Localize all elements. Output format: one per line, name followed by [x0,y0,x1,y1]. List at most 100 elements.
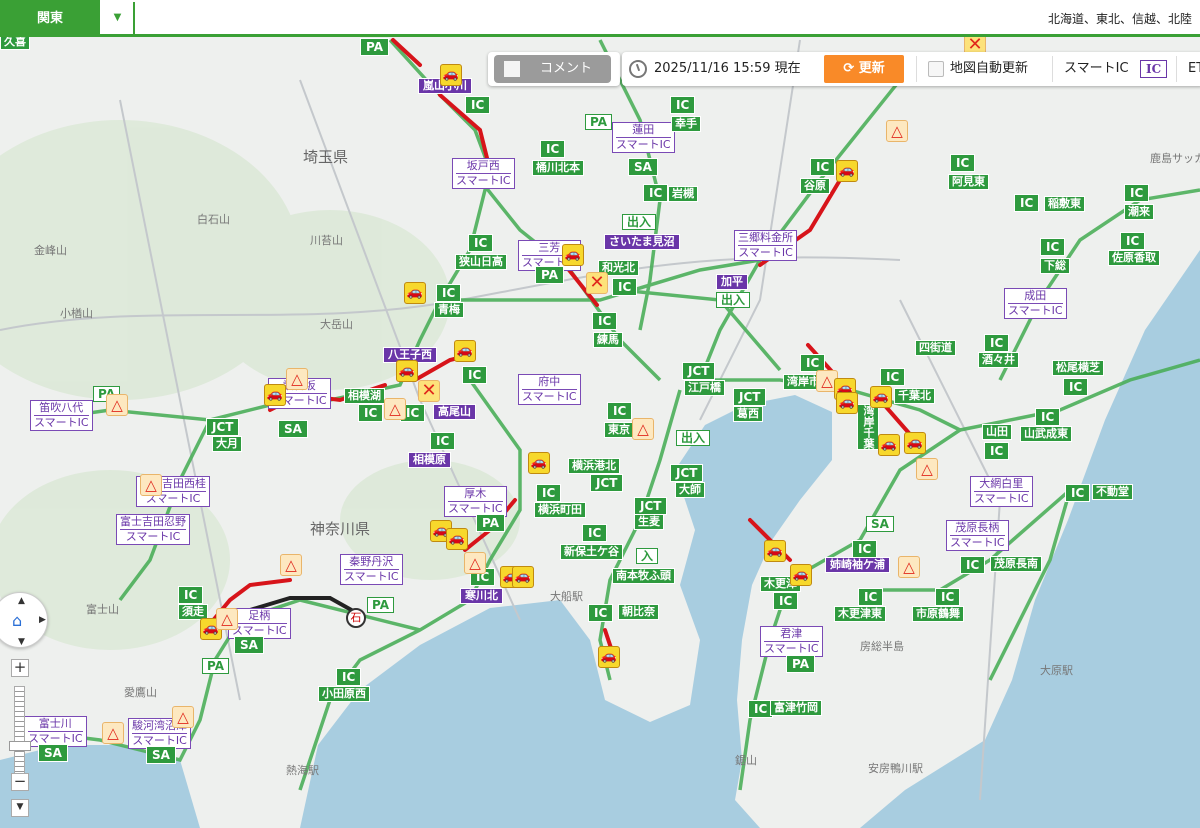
ic-marker[interactable]: IC [436,284,462,302]
smart-ic-marker[interactable]: 富士川 スマートIC [24,716,87,747]
interchange-name[interactable]: 狭山日高 [455,254,507,270]
ic-marker[interactable]: SA [38,744,68,762]
warning-triangle-icon[interactable]: △ [632,418,654,440]
ic-marker[interactable]: IC [670,96,696,114]
traffic-jam-icon[interactable]: 🚗 [440,64,462,86]
interchange-name[interactable]: 相模湖 [344,388,385,404]
traffic-jam-icon[interactable]: 🚗 [404,282,426,304]
traffic-jam-icon[interactable]: 🚗 [790,564,812,586]
ic-marker[interactable]: IC [612,278,638,296]
smart-ic-marker[interactable]: 蓮田 スマートIC [612,122,675,153]
road-closed-icon[interactable]: ✕ [586,272,608,294]
interchange-name[interactable]: 山武成東 [1020,426,1072,442]
pan-down-icon[interactable]: ▼ [18,637,25,647]
traffic-jam-icon[interactable]: 🚗 [454,340,476,362]
interchange-name[interactable]: 青梅 [434,302,464,318]
ic-marker[interactable]: IC [336,668,362,686]
ic-marker[interactable]: SA [278,420,308,438]
ic-marker[interactable]: PA [476,514,505,532]
smart-ic-marker[interactable]: 君津 スマートIC [760,626,823,657]
ic-marker[interactable]: IC [1120,232,1146,250]
interchange-name[interactable]: 木更津東 [834,606,886,622]
pan-up-icon[interactable]: ▲ [18,596,25,606]
interchange-name[interactable]: 東京 [604,422,634,438]
interchange-name[interactable]: 佐原香取 [1108,250,1160,266]
warning-triangle-icon[interactable]: △ [140,474,162,496]
interchange-name[interactable]: 酒々井 [978,352,1019,368]
warning-triangle-icon[interactable]: △ [898,556,920,578]
smart-ic-marker[interactable]: 三郷料金所 スマートIC [734,230,797,261]
smart-ic-marker[interactable]: 成田 スマートIC [1004,288,1067,319]
comment-checkbox[interactable] [504,61,520,77]
ic-marker[interactable]: IC [984,442,1010,460]
ic-marker[interactable]: IC [858,588,884,606]
smart-ic-marker[interactable]: 富士吉田忍野 スマートIC [116,514,190,545]
interchange-name[interactable]: 阿見東 [948,174,989,190]
smart-ic-marker[interactable]: 府中 スマートIC [518,374,581,405]
interchange-name[interactable]: 下総 [1040,258,1070,274]
interchange-name[interactable]: 江戸橋 [684,380,725,396]
interchange-name[interactable]: 富津竹岡 [770,700,822,716]
interchange-name[interactable]: 新保土ケ谷 [560,544,623,560]
smart-ic-marker[interactable]: 厚木 スマートIC [444,486,507,517]
traffic-jam-icon[interactable]: 🚗 [512,566,534,588]
ic-marker[interactable]: IC [960,556,986,574]
refresh-button[interactable]: ⟳ 更新 [824,55,904,83]
ic-marker[interactable]: IC [1014,194,1040,212]
smart-ic-marker[interactable]: 茂原長柄 スマートIC [946,520,1009,551]
traffic-jam-icon[interactable]: 🚗 [528,452,550,474]
interchange-name[interactable]: 横浜町田 [534,502,586,518]
interchange-name[interactable]: 横浜港北 [568,458,620,474]
ic-marker[interactable]: IC [810,158,836,176]
ic-marker[interactable]: IC [643,184,669,202]
ic-marker[interactable]: IC [1035,408,1061,426]
warning-triangle-icon[interactable]: △ [216,608,238,630]
warning-triangle-icon[interactable]: △ [916,458,938,480]
zoom-slider-handle[interactable] [9,741,31,751]
traffic-jam-icon[interactable]: 🚗 [904,432,926,454]
facility-marker[interactable]: 入 [636,548,659,564]
road-closed-icon[interactable]: ✕ [418,380,440,402]
ic-marker[interactable]: IC [582,524,608,542]
ic-marker[interactable]: IC [852,540,878,558]
interchange-name[interactable]: 大月 [212,436,242,452]
warning-triangle-icon[interactable]: △ [102,722,124,744]
zoom-slider[interactable] [14,686,25,774]
ic-marker[interactable]: IC [984,334,1010,352]
other-regions-link[interactable]: 北海道、東北、信越、北陸 [1048,10,1192,27]
smart-ic-marker[interactable]: 笛吹八代 スマートIC [30,400,93,431]
facility-marker[interactable]: 出入 [676,430,711,446]
facility-marker[interactable]: 出入 [622,214,657,230]
toll-gate-name[interactable]: 加平 [716,274,748,290]
ic-marker[interactable]: JCT [733,388,767,406]
facility-marker[interactable]: PA [367,597,394,613]
traffic-jam-icon[interactable]: 🚗 [446,528,468,550]
auto-update-checkbox[interactable] [928,61,944,77]
home-icon[interactable]: ⌂ [12,611,22,630]
ic-marker[interactable]: IC [607,402,633,420]
interchange-name[interactable]: 千葉北 [894,388,935,404]
warning-triangle-icon[interactable]: △ [172,706,194,728]
ic-marker[interactable]: IC [430,432,456,450]
zoom-in-button[interactable]: + [11,659,29,677]
ic-marker[interactable]: IC [950,154,976,172]
interchange-name[interactable]: 茂原長南 [990,556,1042,572]
interchange-name[interactable]: 潮来 [1124,204,1154,220]
traffic-jam-icon[interactable]: 🚗 [836,160,858,182]
traffic-jam-icon[interactable]: 🚗 [264,384,286,406]
ic-marker[interactable]: IC [1124,184,1150,202]
smart-ic-marker[interactable]: 坂戸西 スマートIC [452,158,515,189]
traffic-jam-icon[interactable]: 🚗 [396,360,418,382]
facility-marker[interactable]: SA [866,516,894,532]
toll-gate-name[interactable]: 高尾山 [433,404,476,420]
scroll-down-button[interactable]: ▼ [11,799,29,817]
interchange-name[interactable]: 四街道 [915,340,956,356]
toll-gate-name[interactable]: さいたま見沼 [604,234,680,250]
ic-marker[interactable]: IC [358,404,384,422]
ic-marker[interactable]: IC [536,484,562,502]
interchange-name[interactable]: 練馬 [593,332,623,348]
ic-marker[interactable]: PA [786,655,815,673]
ic-marker[interactable]: SA [234,636,264,654]
ic-marker[interactable]: JCT [682,362,716,380]
interchange-name[interactable]: 大師 [675,482,705,498]
